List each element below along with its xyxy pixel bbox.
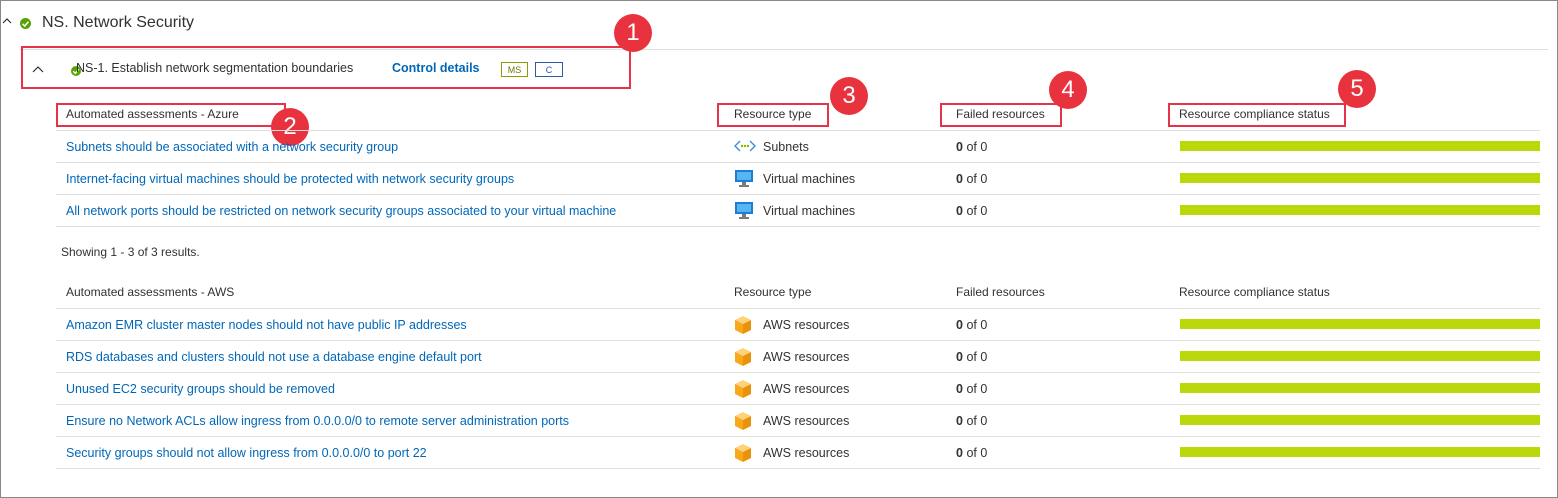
assessment-link[interactable]: Amazon EMR cluster master nodes should n… bbox=[66, 318, 467, 332]
callout-5: 5 bbox=[1338, 70, 1376, 108]
table-divider bbox=[56, 162, 1540, 163]
compliance-bar bbox=[1180, 447, 1540, 457]
failed-resources-value: 0 of 0 bbox=[956, 414, 988, 428]
compliance-bar bbox=[1180, 383, 1540, 393]
resource-type-label: Virtual machines bbox=[763, 204, 856, 218]
column-header-failed-resources: Failed resources bbox=[956, 107, 1045, 121]
table-divider bbox=[56, 226, 1540, 227]
failed-resources-value: 0 of 0 bbox=[956, 382, 988, 396]
aws-cube-icon bbox=[735, 348, 751, 366]
table-divider bbox=[56, 340, 1540, 341]
column-header-resource-type: Resource type bbox=[734, 107, 812, 121]
compliance-bar bbox=[1180, 415, 1540, 425]
resource-type-label: AWS resources bbox=[763, 318, 850, 332]
failed-resources-value: 0 of 0 bbox=[956, 204, 988, 218]
failed-resources-value: 0 of 0 bbox=[956, 140, 988, 154]
resource-type-label: AWS resources bbox=[763, 350, 850, 364]
failed-resources-value: 0 of 0 bbox=[956, 350, 988, 364]
assessment-link[interactable]: Subnets should be associated with a netw… bbox=[66, 140, 398, 154]
table-divider bbox=[56, 372, 1540, 373]
compliance-bar bbox=[1180, 319, 1540, 329]
callout-1: 1 bbox=[614, 14, 652, 52]
table-divider bbox=[56, 130, 1540, 131]
compliance-bar bbox=[1180, 205, 1540, 215]
aws-cube-icon bbox=[735, 380, 751, 398]
table-divider bbox=[56, 436, 1540, 437]
resource-type-label: AWS resources bbox=[763, 414, 850, 428]
aws-cube-icon bbox=[735, 444, 751, 462]
resource-type-label: AWS resources bbox=[763, 446, 850, 460]
vm-icon bbox=[735, 202, 753, 219]
assessment-link[interactable]: Unused EC2 security groups should be rem… bbox=[66, 382, 335, 396]
compliance-bar bbox=[1180, 141, 1540, 151]
aws-cube-icon bbox=[735, 412, 751, 430]
column-header-failed-resources: Failed resources bbox=[956, 285, 1045, 299]
assessment-link[interactable]: All network ports should be restricted o… bbox=[66, 204, 616, 218]
assessment-link[interactable]: Ensure no Network ACLs allow ingress fro… bbox=[66, 414, 569, 428]
compliance-bar bbox=[1180, 173, 1540, 183]
resource-type-label: Subnets bbox=[763, 140, 809, 154]
annotation-box-1 bbox=[21, 46, 631, 89]
callout-3: 3 bbox=[830, 77, 868, 115]
table-divider bbox=[56, 308, 1540, 309]
chevron-up-icon[interactable] bbox=[2, 16, 12, 26]
results-count: Showing 1 - 3 of 3 results. bbox=[61, 245, 200, 259]
resource-type-label: Virtual machines bbox=[763, 172, 856, 186]
callout-4: 4 bbox=[1049, 71, 1087, 109]
assessment-link[interactable]: Security groups should not allow ingress… bbox=[66, 446, 427, 460]
section-title[interactable]: NS. Network Security bbox=[42, 14, 194, 32]
assessment-link[interactable]: Internet-facing virtual machines should … bbox=[66, 172, 514, 186]
compliance-bar bbox=[1180, 351, 1540, 361]
subnet-icon bbox=[734, 140, 756, 152]
aws-assessments-header: Automated assessments - AWS bbox=[66, 285, 235, 299]
resource-type-label: AWS resources bbox=[763, 382, 850, 396]
failed-resources-value: 0 of 0 bbox=[956, 318, 988, 332]
table-divider bbox=[56, 194, 1540, 195]
assessment-link[interactable]: RDS databases and clusters should not us… bbox=[66, 350, 482, 364]
status-check-icon bbox=[20, 18, 31, 29]
column-header-compliance-status: Resource compliance status bbox=[1179, 107, 1330, 121]
azure-assessments-header: Automated assessments - Azure bbox=[66, 107, 239, 121]
failed-resources-value: 0 of 0 bbox=[956, 446, 988, 460]
failed-resources-value: 0 of 0 bbox=[956, 172, 988, 186]
table-divider bbox=[56, 468, 1540, 469]
aws-cube-icon bbox=[735, 316, 751, 334]
column-header-resource-type: Resource type bbox=[734, 285, 812, 299]
table-divider bbox=[56, 404, 1540, 405]
column-header-compliance-status: Resource compliance status bbox=[1179, 285, 1330, 299]
vm-icon bbox=[735, 170, 753, 187]
